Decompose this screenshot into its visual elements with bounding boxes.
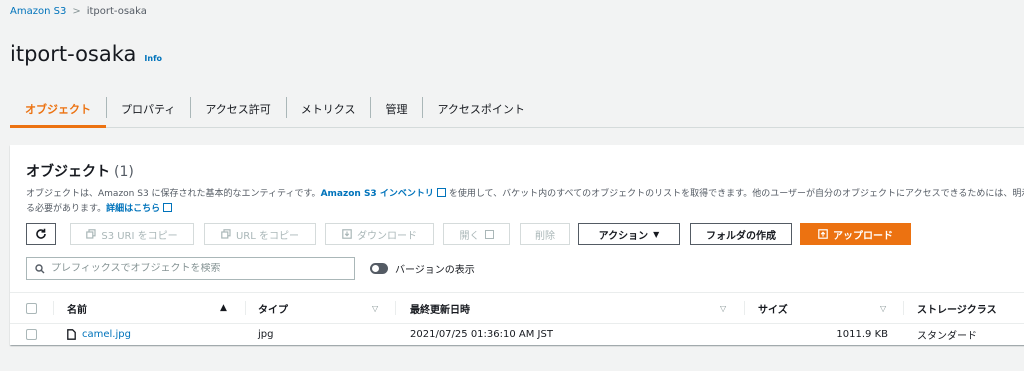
description-text: オブジェクトは、Amazon S3 に保存された基本的なエンティティです。: [26, 189, 321, 199]
sort-icon[interactable]: ▽: [720, 293, 726, 323]
panel-title: オブジェクト (1): [26, 161, 134, 181]
last-modified-cell: 2021/07/25 01:36:10 AM JST: [410, 329, 553, 340]
copy-icon: [221, 229, 231, 239]
search-box: [26, 257, 355, 280]
type-cell: jpg: [258, 329, 274, 340]
actions-label: アクション: [598, 230, 649, 242]
select-all-checkbox[interactable]: [26, 302, 37, 314]
delete-button[interactable]: 削除: [520, 223, 570, 245]
objects-panel: オブジェクト (1) オブジェクトは、Amazon S3 に保存された基本的なエン…: [10, 145, 1024, 345]
column-header-name[interactable]: 名前: [67, 293, 87, 323]
tab-access-points[interactable]: アクセスポイント: [422, 90, 539, 127]
tab-metrics[interactable]: メトリクス: [285, 90, 371, 127]
refresh-icon: [36, 228, 46, 239]
panel-description: オブジェクトは、Amazon S3 に保存された基本的なエンティティです。Ama…: [26, 187, 1024, 217]
copy-url-button[interactable]: URL をコピー: [204, 223, 316, 245]
learn-more-link[interactable]: 詳細はこちら: [106, 204, 160, 214]
copy-icon: [86, 229, 96, 239]
tab-objects[interactable]: オブジェクト: [10, 90, 106, 128]
toggle-switch[interactable]: [370, 263, 388, 274]
column-header-last-modified[interactable]: 最終更新日時: [410, 293, 470, 323]
search-input[interactable]: [51, 263, 341, 274]
description-line-2: る必要があります。詳細はこちら: [26, 202, 1024, 217]
breadcrumb-amazon-s3[interactable]: Amazon S3: [10, 6, 66, 17]
upload-button[interactable]: アップロード: [800, 223, 911, 245]
tab-bar: オブジェクト プロパティ アクセス許可 メトリクス 管理 アクセスポイント: [10, 90, 1024, 128]
create-folder-button[interactable]: フォルダの作成: [690, 223, 792, 245]
download-icon: [342, 229, 352, 239]
tab-properties[interactable]: プロパティ: [106, 90, 190, 127]
file-icon: [67, 329, 76, 340]
object-name-link[interactable]: camel.jpg: [82, 329, 131, 340]
row-checkbox[interactable]: [26, 329, 37, 340]
breadcrumb-current: itport-osaka: [86, 6, 147, 17]
open-button[interactable]: 開く: [443, 223, 510, 245]
column-header-size[interactable]: サイズ: [758, 293, 788, 323]
version-toggle[interactable]: バージョンの表示: [370, 261, 475, 276]
column-header-storage-class[interactable]: ストレージクラス: [917, 293, 997, 323]
inventory-link[interactable]: Amazon S3 インベントリ: [321, 189, 434, 199]
sort-asc-icon[interactable]: ▲: [220, 293, 227, 323]
open-label: 開く: [459, 230, 480, 242]
copy-url-label: URL をコピー: [235, 230, 300, 242]
copy-s3-uri-button[interactable]: S3 URI をコピー: [70, 223, 194, 245]
storage-class-cell: スタンダード: [917, 331, 977, 342]
page-header: itport-osaka Info: [10, 42, 162, 66]
external-link-icon: [436, 188, 446, 197]
breadcrumb: Amazon S3 > itport-osaka: [10, 6, 147, 17]
sort-icon[interactable]: ▽: [372, 293, 378, 323]
delete-label: 削除: [535, 230, 555, 242]
external-link-icon: [484, 229, 494, 239]
description-text: る必要があります。: [26, 204, 107, 214]
caret-down-icon: ▼: [653, 229, 660, 239]
external-link-icon: [163, 203, 173, 212]
panel-title-text: オブジェクト: [26, 164, 110, 180]
page-title: itport-osaka: [10, 42, 137, 66]
object-count: (1): [114, 164, 134, 180]
row-select-cell: [26, 324, 37, 345]
chevron-right-icon: >: [72, 6, 81, 17]
description-text: を使用して、バケット内のすべてのオブジェクトのリストを取得できます。他のユーザー…: [448, 189, 1024, 199]
create-folder-label: フォルダの作成: [706, 230, 776, 242]
tab-permissions[interactable]: アクセス許可: [190, 90, 285, 127]
select-all-cell: [26, 293, 37, 323]
info-link[interactable]: Info: [144, 54, 162, 63]
tab-management[interactable]: 管理: [370, 90, 422, 127]
copy-s3-uri-label: S3 URI をコピー: [101, 230, 178, 242]
download-label: ダウンロード: [357, 230, 417, 242]
table-header: 名前 ▲ タイプ ▽ 最終更新日時 ▽ サイズ ▽ ストレージクラス: [10, 292, 1024, 324]
sort-icon[interactable]: ▽: [880, 293, 886, 323]
refresh-button[interactable]: [26, 223, 56, 245]
table-row: camel.jpg jpg 2021/07/25 01:36:10 AM JST…: [10, 324, 1024, 345]
download-button[interactable]: ダウンロード: [325, 223, 434, 245]
version-toggle-label: バージョンの表示: [395, 265, 475, 276]
upload-label: アップロード: [833, 230, 893, 242]
search-icon: [35, 263, 45, 273]
name-cell: camel.jpg: [67, 324, 131, 345]
column-header-type[interactable]: タイプ: [258, 293, 288, 323]
actions-dropdown[interactable]: アクション ▼: [578, 223, 680, 245]
size-cell: 1011.9 KB: [836, 329, 888, 340]
description-line-1: オブジェクトは、Amazon S3 に保存された基本的なエンティティです。Ama…: [26, 187, 1024, 202]
upload-icon: [818, 229, 828, 239]
